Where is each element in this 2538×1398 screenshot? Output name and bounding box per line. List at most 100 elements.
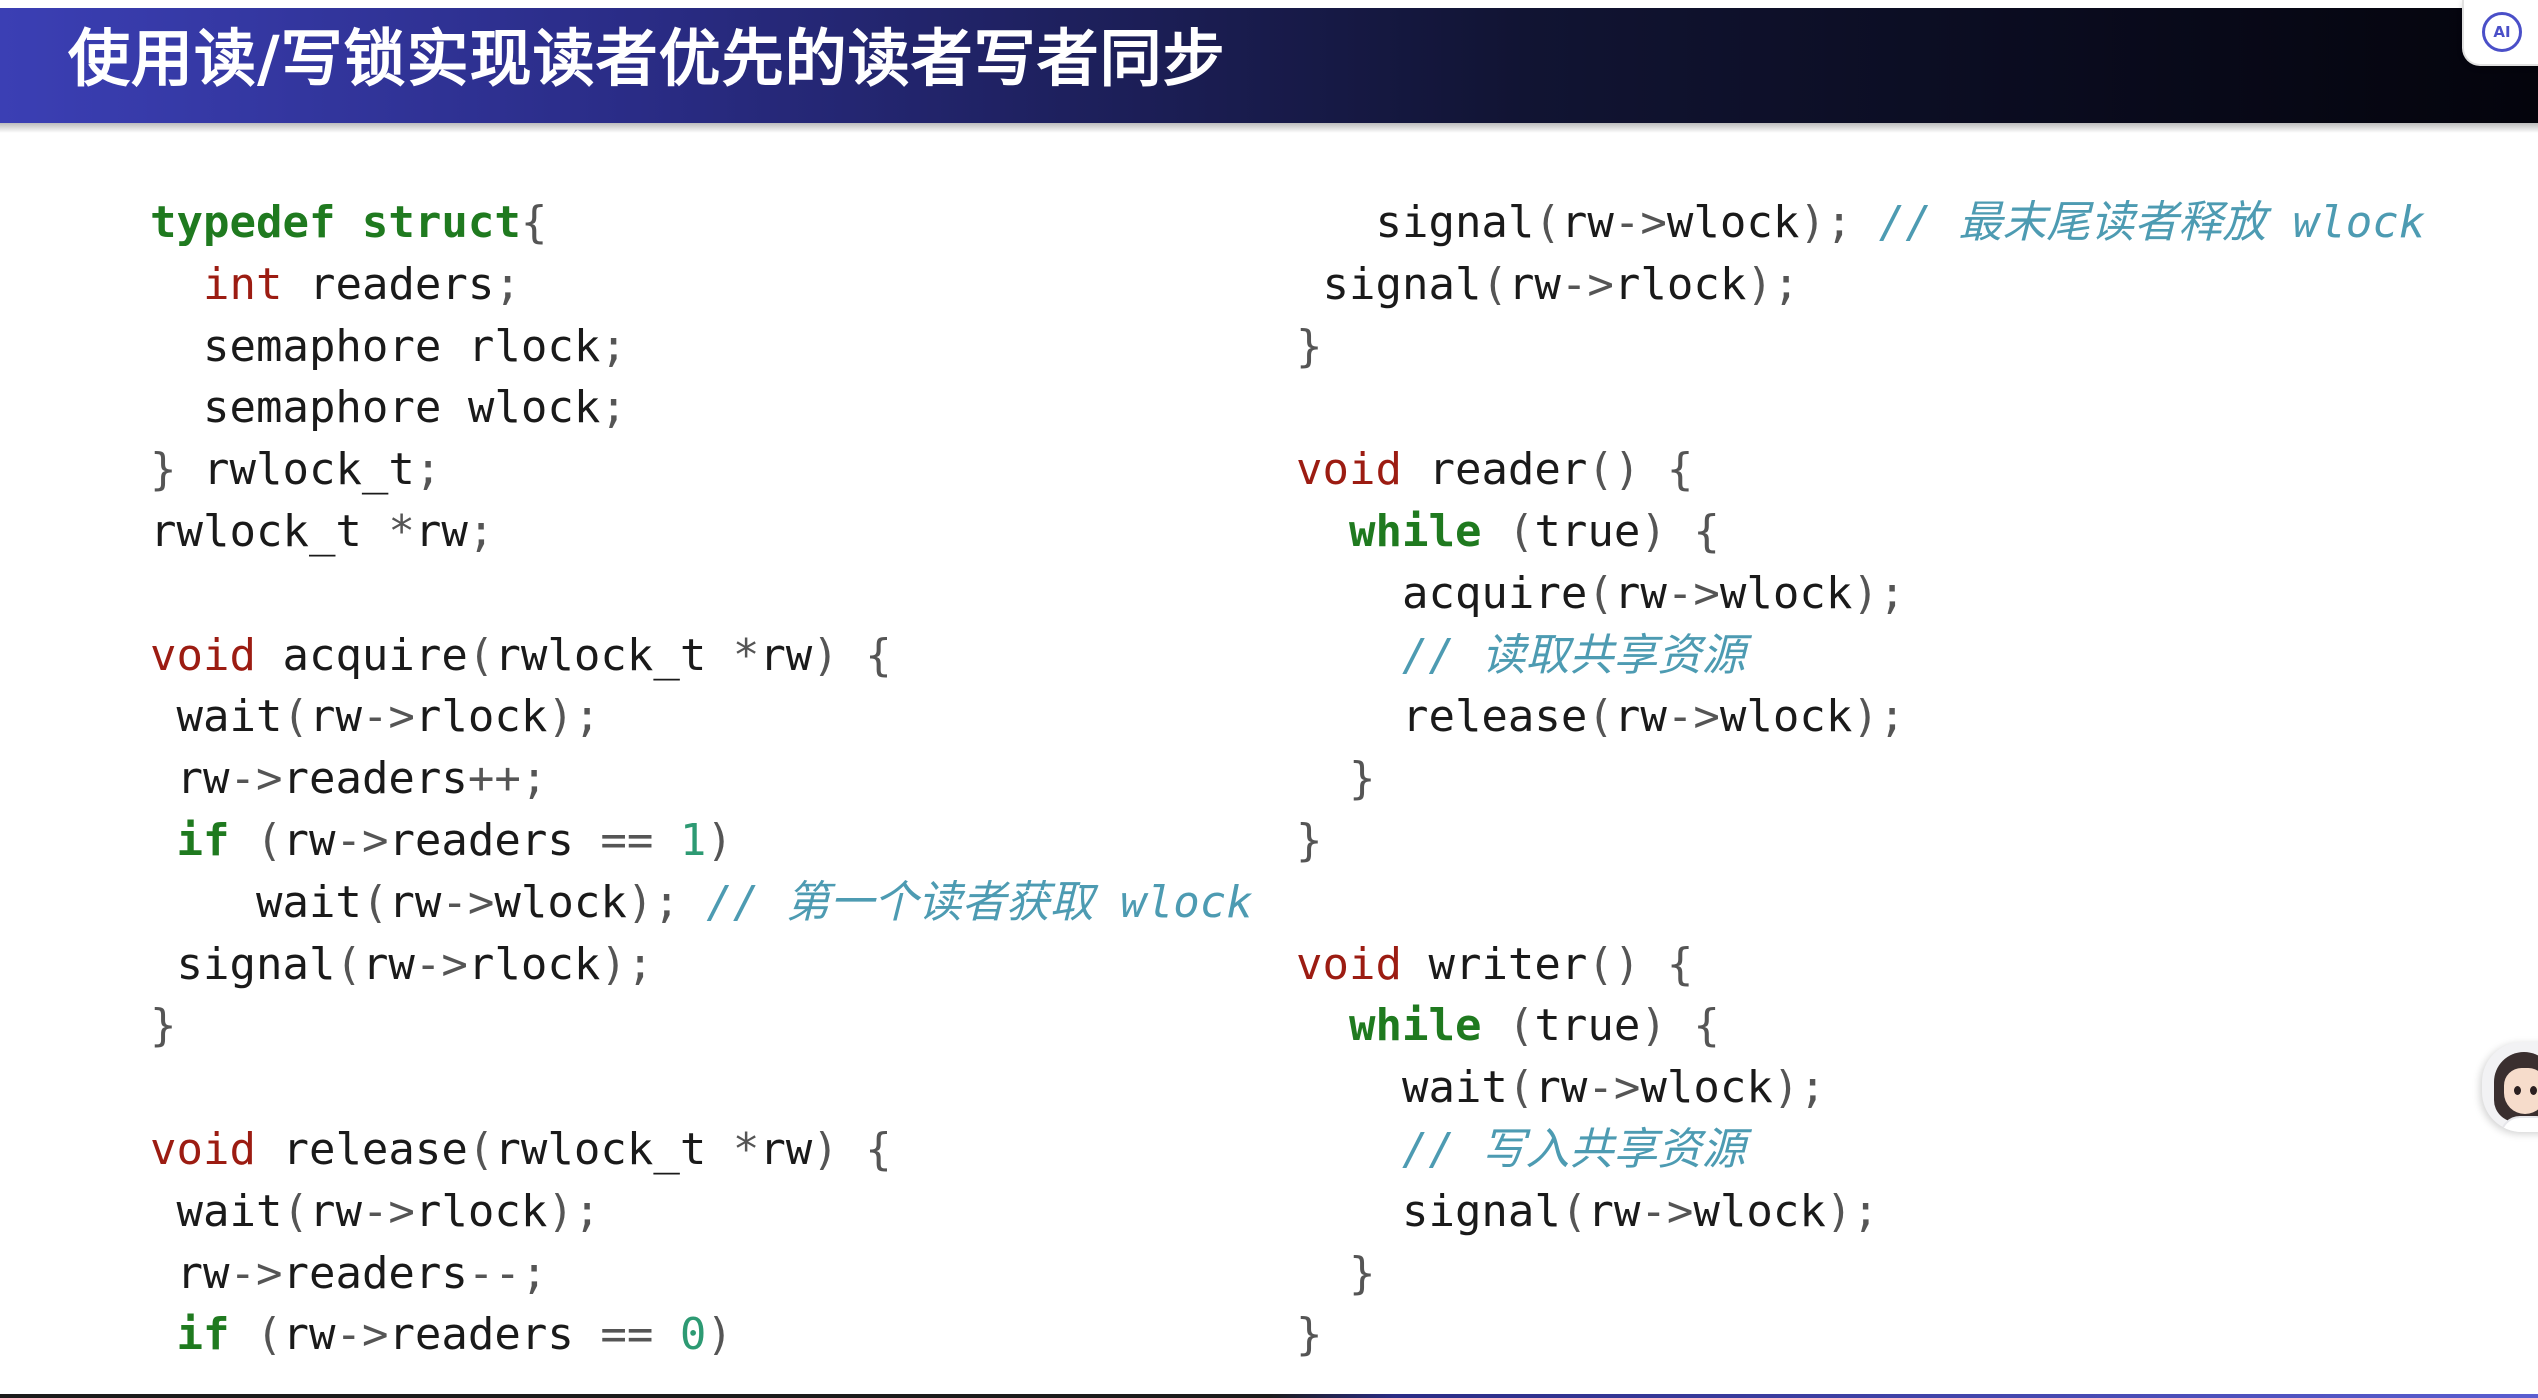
code-line: while (true) { <box>1296 995 2425 1057</box>
code-token: () { <box>1587 444 1694 496</box>
code-line: signal(rw->rlock); <box>150 934 1253 996</box>
code-token: ) <box>706 1309 733 1361</box>
code-line: void release(rwlock_t *rw) { <box>150 1119 1253 1181</box>
code-line: } <box>150 995 1253 1057</box>
code-token: ( <box>361 876 389 928</box>
code-token: rw <box>759 1123 813 1175</box>
code-token: rw <box>282 814 336 866</box>
code-token: ( <box>1560 1185 1588 1237</box>
code-token: rw <box>308 1185 362 1237</box>
code-token: writer <box>1401 938 1588 990</box>
code-token: wait <box>1296 1062 1508 1114</box>
code-token: rlock <box>467 938 601 990</box>
code-line: rw->readers++; <box>150 748 1253 810</box>
code-token: ); <box>547 691 601 743</box>
code-token: ); <box>1825 1185 1879 1237</box>
code-token: -> <box>441 876 495 928</box>
code-token: == <box>600 814 654 866</box>
code-token: 0 <box>679 1309 707 1361</box>
code-line: } rwlock_t; <box>150 439 1253 501</box>
code-token: signal <box>1296 258 1482 310</box>
code-token: == <box>600 1309 654 1361</box>
code-token: -> <box>1613 197 1667 248</box>
code-line: void acquire(rwlock_t *rw) { <box>150 625 1253 687</box>
code-token: 1 <box>679 814 707 866</box>
code-token: readers <box>282 258 495 310</box>
code-comment: // 第一个读者获取 wlock <box>706 876 1253 928</box>
code-token: ); <box>1772 1062 1826 1114</box>
code-token: rlock <box>1613 258 1747 310</box>
code-token: rw <box>361 938 415 990</box>
code-line: void reader() { <box>1296 439 2425 501</box>
code-line: wait(rw->rlock); <box>150 686 1253 748</box>
code-token: wlock <box>1693 1185 1826 1237</box>
code-line: if (rw->readers == 1) <box>150 810 1253 872</box>
code-token: -> <box>229 1247 283 1299</box>
code-line: rw->readers--; <box>150 1243 1253 1305</box>
code-token: -> <box>1560 258 1614 310</box>
code-token: readers <box>282 1247 468 1299</box>
code-token: ; <box>600 382 627 434</box>
code-token: signal <box>1296 1185 1561 1237</box>
code-token: ); <box>547 1185 601 1237</box>
code-token: release <box>255 1123 468 1175</box>
code-token: ) { <box>1640 1000 1720 1052</box>
code-token: int <box>202 258 283 310</box>
code-line: signal(rw->wlock); // 最末尾读者释放 wlock <box>1296 192 2425 254</box>
code-token: rw <box>1613 567 1667 619</box>
code-line: while (true) { <box>1296 501 2425 563</box>
code-token: ; <box>414 444 442 496</box>
code-token: rwlock_t <box>176 444 415 496</box>
code-token: ) { <box>812 1123 892 1175</box>
code-token: wait <box>150 1185 283 1237</box>
code-comment: // 最末尾读者释放 wlock <box>1878 197 2426 248</box>
code-token: } <box>1296 1247 1376 1299</box>
code-token: * <box>732 1123 760 1175</box>
code-token: rw <box>1587 1185 1641 1237</box>
code-token: -> <box>361 691 415 743</box>
code-token: rw <box>1534 1062 1588 1114</box>
code-token: ) <box>706 814 733 866</box>
code-token: typedef struct <box>150 197 521 248</box>
assistant-avatar-icon[interactable] <box>2482 1042 2538 1132</box>
code-token: -> <box>335 814 389 866</box>
code-token: readers <box>388 1309 601 1361</box>
code-token: wlock <box>494 876 627 928</box>
code-block-right: signal(rw->wlock); // 最末尾读者释放 wlock sign… <box>1296 192 2425 1366</box>
code-token: ( <box>1507 1062 1535 1114</box>
code-token: rw <box>388 876 442 928</box>
code-token: * <box>732 629 760 681</box>
code-token: rwlock_t <box>494 1123 733 1175</box>
code-line: int readers; <box>150 254 1253 316</box>
code-token: acquire <box>255 629 468 681</box>
code-token: readers <box>282 753 468 805</box>
code-token: ); <box>600 938 654 990</box>
code-line: semaphore rlock; <box>150 316 1253 378</box>
code-token: ( <box>467 629 495 681</box>
code-line: wait(rw->rlock); <box>150 1181 1253 1243</box>
code-token: while <box>1348 505 1482 557</box>
code-token: semaphore wlock <box>150 382 601 434</box>
code-token: wlock <box>1719 691 1853 743</box>
code-token: ( <box>229 1309 283 1361</box>
ai-assistant-button[interactable]: AI <box>2462 0 2538 66</box>
code-line: semaphore wlock; <box>150 377 1253 439</box>
code-token: } <box>1296 320 1323 372</box>
code-token: ( <box>1481 258 1508 310</box>
code-token: ; <box>600 320 627 372</box>
code-token: ++; <box>467 753 548 805</box>
code-token: { <box>520 197 548 248</box>
code-token: if <box>176 814 230 866</box>
code-token: rw <box>308 691 362 743</box>
code-token: release <box>1296 691 1588 743</box>
code-token: wait <box>150 691 283 743</box>
code-token: true <box>1534 505 1641 557</box>
